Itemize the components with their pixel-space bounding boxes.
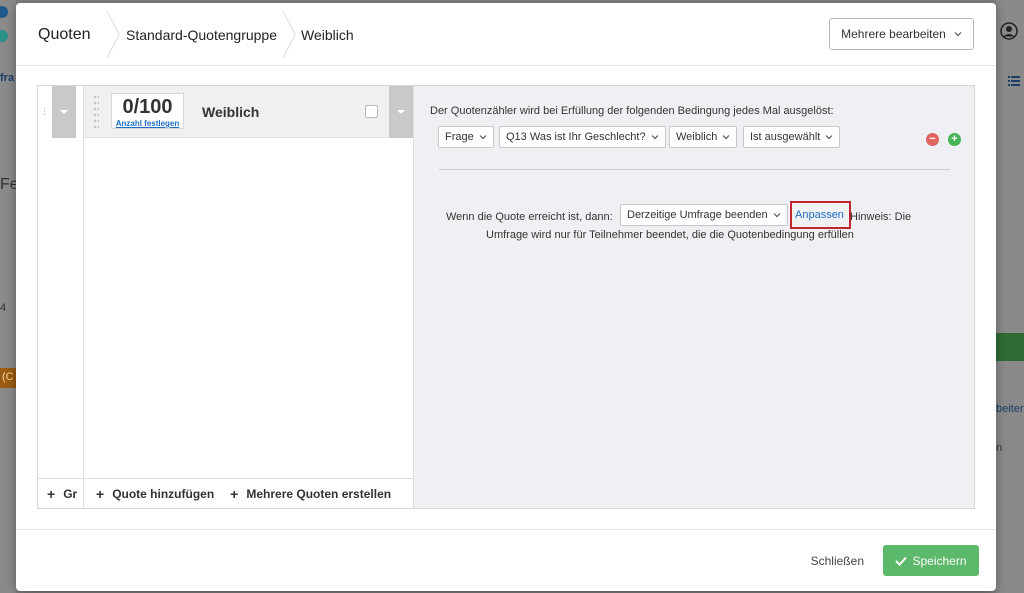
divider	[439, 169, 950, 170]
chevron-down-icon	[722, 135, 730, 140]
drag-handle-icon[interactable]	[93, 94, 99, 130]
list-icon	[1008, 76, 1020, 86]
operator-select[interactable]: Ist ausgewählt	[743, 126, 841, 148]
background-text: (C	[2, 371, 14, 383]
breadcrumb-quotas[interactable]: Quoten	[38, 3, 90, 66]
add-quota-button[interactable]: Quote hinzufügen	[112, 487, 214, 501]
quota-checkbox[interactable]	[365, 105, 378, 118]
save-button[interactable]: Speichern	[883, 545, 979, 576]
action-hint-continued: Umfrage wird nur für Teilnehmer beendet,…	[486, 229, 854, 241]
remove-condition-icon[interactable]: −	[926, 133, 939, 146]
plus-icon: +	[230, 485, 239, 502]
background-text: beiten	[996, 403, 1024, 415]
answer-select[interactable]: Weiblich	[669, 126, 738, 148]
background-text: fra	[0, 72, 15, 84]
customize-link[interactable]: Anpassen	[795, 209, 844, 221]
answer-value: Weiblich	[676, 131, 718, 143]
customize-link-highlight: Anpassen	[790, 201, 851, 229]
question-value: Q13 Was ist Ihr Geschlecht?	[506, 131, 646, 143]
background-left-panel: fra Fe 4	[0, 0, 19, 593]
drag-handle-icon: ⋮	[40, 106, 49, 116]
set-count-link[interactable]: Anzahl festlegen	[112, 119, 183, 128]
background-right-panel: beiten n	[996, 0, 1024, 593]
operator-value: Ist ausgewählt	[750, 131, 821, 143]
condition-type-value: Frage	[445, 131, 474, 143]
quota-list-item[interactable]: 0/100 Anzahl festlegen Weiblich	[84, 86, 413, 138]
group-menu-toggle[interactable]	[52, 86, 76, 138]
add-group-bar[interactable]: + Gr	[38, 478, 83, 508]
user-avatar-icon	[1000, 22, 1018, 40]
background-badge: (C	[0, 368, 16, 388]
breadcrumb-quota-group[interactable]: Standard-Quotengruppe	[126, 3, 277, 66]
quota-count-box: 0/100 Anzahl festlegen	[111, 93, 184, 129]
add-multiple-quotas-button[interactable]: Mehrere Quoten erstellen	[246, 487, 391, 501]
add-group-label: Gr	[63, 486, 78, 501]
chevron-down-icon	[479, 135, 487, 140]
quota-count: 0/100	[122, 96, 173, 118]
plus-icon: +	[96, 485, 105, 502]
chevron-down-icon	[825, 135, 833, 140]
quota-name: Weiblich	[202, 104, 260, 120]
action-label: Wenn die Quote erreicht ist, dann:	[446, 211, 613, 223]
breadcrumb-separator-icon	[106, 10, 120, 59]
condition-type-select[interactable]: Frage	[438, 126, 494, 148]
logo-dot-icon	[0, 30, 8, 42]
quota-menu-toggle[interactable]	[389, 86, 413, 138]
breadcrumb-separator-icon	[282, 10, 296, 59]
group-column: ⋮ + Gr	[38, 86, 84, 508]
quota-condition-panel: Der Quotenzähler wird bei Erfüllung der …	[414, 86, 974, 508]
save-label: Speichern	[912, 553, 967, 568]
logo-dot-icon	[0, 6, 8, 18]
add-quota-bar: + Quote hinzufügen + Mehrere Quoten erst…	[84, 478, 413, 508]
quota-editor: ⋮ + Gr 0/100 Anzahl festlegen Weiblich +…	[37, 85, 975, 509]
background-text: n	[996, 442, 1003, 454]
plus-icon: +	[47, 485, 56, 502]
caret-down-icon	[60, 110, 68, 114]
action-hint: Hinweis: Die	[850, 211, 912, 223]
quota-modal: Quoten Standard-Quotengruppe Weiblich Me…	[16, 3, 996, 591]
chevron-down-icon	[954, 32, 962, 37]
modal-header: Quoten Standard-Quotengruppe Weiblich Me…	[16, 3, 996, 66]
caret-down-icon	[397, 110, 405, 114]
edit-multiple-button[interactable]: Mehrere bearbeiten	[829, 18, 974, 50]
edit-multiple-label: Mehrere bearbeiten	[841, 27, 946, 41]
action-select[interactable]: Derzeitige Umfrage beenden	[620, 204, 788, 226]
checkmark-icon	[895, 556, 908, 566]
close-button[interactable]: Schließen	[811, 554, 864, 568]
chevron-down-icon	[651, 135, 659, 140]
background-green-bar	[996, 333, 1024, 361]
background-text: 4	[0, 302, 7, 314]
question-select[interactable]: Q13 Was ist Ihr Geschlecht?	[499, 126, 666, 148]
quota-list-column: 0/100 Anzahl festlegen Weiblich + Quote …	[84, 86, 414, 508]
action-value: Derzeitige Umfrage beenden	[627, 209, 768, 221]
modal-footer: Schließen Speichern	[16, 529, 996, 591]
breadcrumb-quota: Weiblich	[301, 26, 354, 43]
condition-intro: Der Quotenzähler wird bei Erfüllung der …	[430, 105, 834, 117]
chevron-down-icon	[773, 213, 781, 218]
add-condition-icon[interactable]: +	[948, 133, 961, 146]
